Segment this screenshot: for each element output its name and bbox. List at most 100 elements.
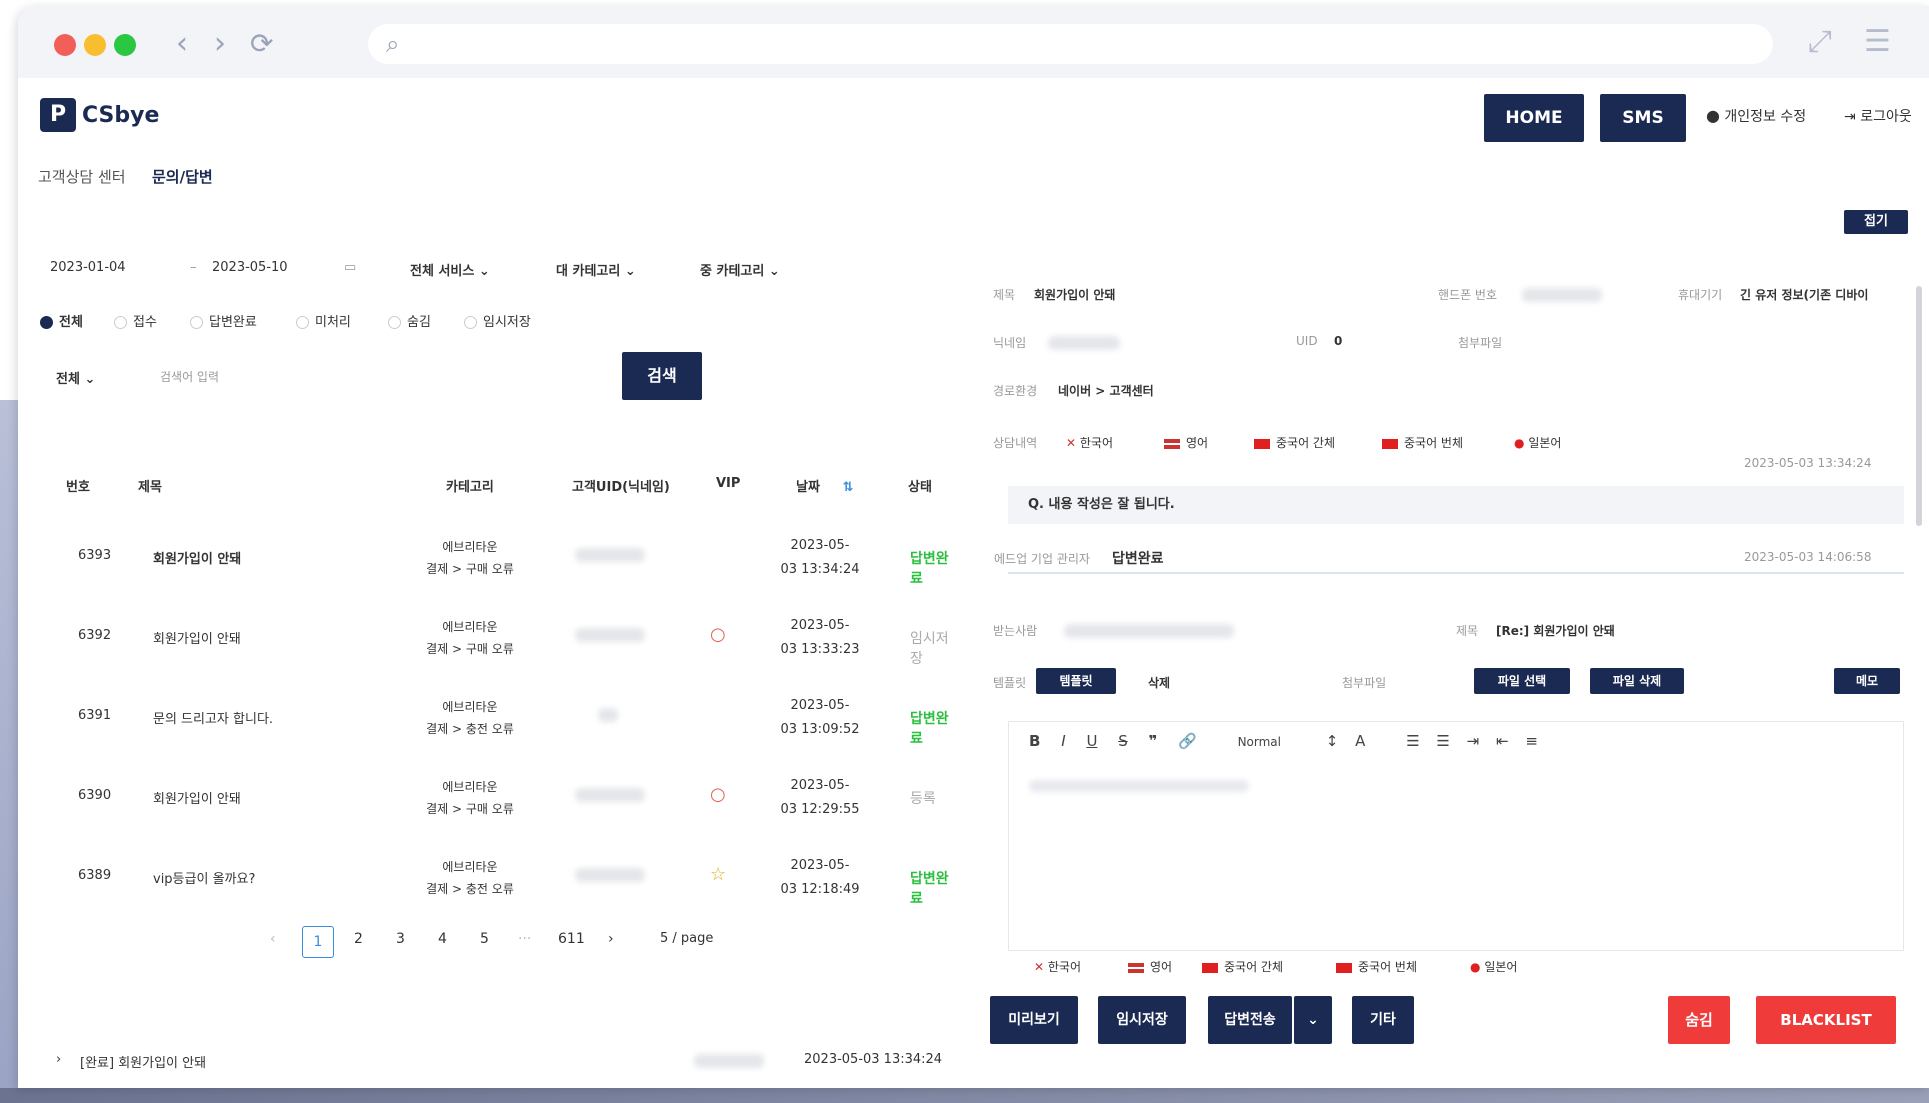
sort-icon[interactable]: ⇅ [842, 480, 853, 495]
logout-link[interactable]: ⇥ 로그아웃 [1844, 106, 1912, 126]
memo-button[interactable]: 메모 [1834, 668, 1900, 694]
page-2[interactable]: 2 [354, 931, 363, 947]
row-title[interactable]: vip등급이 올까요? [153, 868, 255, 887]
row-title[interactable]: 문의 드리고자 합니다. [153, 708, 273, 727]
lang-tab-chinese-simplified[interactable]: 중국어 간체 [1254, 434, 1335, 451]
service-select[interactable]: 전체 서비스 ⌄ [410, 260, 490, 279]
preview-button[interactable]: 미리보기 [990, 996, 1078, 1044]
minimize-window-dot[interactable] [84, 34, 106, 56]
row-title[interactable]: 회원가입이 안돼 [153, 548, 241, 567]
page-5[interactable]: 5 [480, 931, 489, 947]
font-color-icon[interactable]: A [1355, 732, 1365, 750]
search-type-select[interactable]: 전체 ⌄ [56, 368, 95, 387]
lang-tab-english[interactable]: 영어 [1164, 434, 1208, 451]
reply-title-value[interactable]: [Re:] 회원가입이 안돼 [1496, 622, 1615, 639]
strike-icon[interactable]: S [1118, 732, 1128, 750]
hide-button[interactable]: 숨김 [1668, 996, 1730, 1044]
column-header-date[interactable]: 날짜 ⇅ [796, 476, 853, 495]
ordered-list-icon[interactable]: ☰ [1406, 732, 1419, 750]
status-radio-pending[interactable]: 미처리 [296, 311, 351, 330]
fold-button[interactable]: 접기 [1844, 210, 1908, 234]
blacklist-button[interactable]: BLACKLIST [1756, 996, 1896, 1044]
template-button[interactable]: 템플릿 [1036, 668, 1116, 694]
editor-lang-english[interactable]: 영어 [1128, 958, 1172, 975]
editor-lang-chinese-simplified[interactable]: 중국어 간체 [1202, 958, 1283, 975]
back-icon[interactable]: ‹ [176, 26, 188, 62]
japan-flag-icon: ● [1470, 960, 1481, 974]
status-radio-received[interactable]: 접수 [114, 311, 157, 330]
editor-lang-chinese-traditional[interactable]: 중국어 번체 [1336, 958, 1417, 975]
align-icon[interactable]: ≡ [1525, 732, 1538, 750]
font-size-icon[interactable]: ↕ [1326, 732, 1339, 750]
detail-scrollbar[interactable] [1916, 286, 1922, 526]
page-4[interactable]: 4 [438, 931, 447, 947]
table-row[interactable]: 6392 회원가입이 안돼 에브리타운 결제 > 구매 오류 ○ 2023-05-… [58, 596, 958, 676]
page-1[interactable]: 1 [302, 926, 334, 958]
maximize-window-dot[interactable] [114, 34, 136, 56]
lang-tab-korean[interactable]: ✕ 한국어 [1066, 434, 1113, 451]
format-select[interactable]: Normal [1238, 735, 1281, 749]
page-ellipsis[interactable]: ··· [518, 931, 531, 947]
page-3[interactable]: 3 [396, 931, 405, 947]
page-size-select[interactable]: 5 / page [660, 931, 713, 946]
status-radio-draft[interactable]: 임시저장 [464, 311, 531, 330]
menu-icon[interactable]: ☰ [1864, 24, 1891, 59]
search-input[interactable]: 검색어 입력 [160, 368, 219, 385]
lang-tab-chinese-traditional[interactable]: 중국어 번체 [1382, 434, 1463, 451]
file-delete-button[interactable]: 파일 삭제 [1590, 668, 1684, 694]
calendar-icon[interactable]: ▭ [344, 260, 356, 275]
row-title[interactable]: 회원가입이 안돼 [153, 628, 241, 647]
next-page-icon[interactable]: › [608, 931, 614, 947]
search-button[interactable]: 검색 [622, 352, 702, 400]
status-radio-all[interactable]: 전체 [40, 311, 83, 330]
sms-button[interactable]: SMS [1600, 94, 1686, 142]
editor-lang-korean[interactable]: ✕ 한국어 [1034, 958, 1081, 975]
mid-category-select[interactable]: 중 카테고리 ⌄ [700, 260, 780, 279]
row-title[interactable]: 회원가입이 안돼 [153, 788, 241, 807]
send-answer-button[interactable]: 답변전송 [1208, 996, 1292, 1044]
delete-template-button[interactable]: 삭제 [1148, 674, 1170, 691]
detail-uid-value: 0 [1334, 334, 1343, 348]
close-window-dot[interactable] [54, 34, 76, 56]
table-row[interactable]: 6390 회원가입이 안돼 에브리타운 결제 > 구매 오류 ○ 2023-05-… [58, 756, 958, 836]
history-expand-icon[interactable]: › [56, 1052, 61, 1067]
breadcrumb-root[interactable]: 고객상담 센터 [38, 166, 126, 187]
detail-nick-label: 닉네임 [993, 336, 1027, 350]
status-radio-answered[interactable]: 답변완료 [190, 311, 257, 330]
file-select-button[interactable]: 파일 선택 [1474, 668, 1570, 694]
logo[interactable]: P CSbye [40, 98, 159, 132]
prev-page-icon[interactable]: ‹ [270, 931, 276, 947]
forward-icon[interactable]: › [214, 26, 226, 62]
outdent-icon[interactable]: ⇤ [1496, 732, 1509, 750]
editor-lang-japanese[interactable]: ● 일본어 [1470, 958, 1517, 975]
table-row[interactable]: 6389 vip등급이 올까요? 에브리타운 결제 > 충전 오류 ☆ 2023-… [58, 836, 958, 916]
history-title[interactable]: [완료] 회원가입이 안돼 [80, 1052, 206, 1071]
profile-edit-link[interactable]: ● 개인정보 수정 [1706, 106, 1806, 126]
lang-tab-japanese[interactable]: ● 일본어 [1514, 434, 1561, 451]
page-last[interactable]: 611 [558, 931, 585, 947]
table-row[interactable]: 6391 문의 드리고자 합니다. 에브리타운 결제 > 충전 오류 2023-0… [58, 676, 958, 756]
major-category-select[interactable]: 대 카테고리 ⌄ [556, 260, 636, 279]
row-vip: ☆ [710, 864, 727, 885]
temp-save-button[interactable]: 임시저장 [1098, 996, 1186, 1044]
link-icon[interactable]: 🔗 [1178, 732, 1197, 750]
china-flag-icon [1202, 962, 1218, 973]
expand-icon[interactable]: ⤢ [1808, 24, 1832, 59]
status-radio-hidden[interactable]: 숨김 [388, 311, 431, 330]
indent-icon[interactable]: ⇥ [1467, 732, 1480, 750]
etc-button[interactable]: 기타 [1352, 996, 1414, 1044]
date-to-input[interactable]: 2023-05-10 [212, 260, 288, 275]
reply-editor[interactable]: B I U S ❞ 🔗 Normal ↕ A ☰ ☰ ⇥ ⇤ ≡ [1008, 721, 1904, 951]
bullet-list-icon[interactable]: ☰ [1436, 732, 1449, 750]
date-from-input[interactable]: 2023-01-04 [50, 260, 126, 275]
home-button[interactable]: HOME [1484, 94, 1584, 142]
address-bar[interactable]: ⌕ [368, 24, 1773, 64]
quote-icon[interactable]: ❞ [1149, 732, 1158, 750]
detail-title-value: 회원가입이 안돼 [1034, 288, 1116, 302]
italic-icon[interactable]: I [1061, 732, 1065, 750]
reload-icon[interactable]: ⟳ [250, 26, 273, 62]
send-options-chevron-icon[interactable]: ⌄ [1294, 996, 1332, 1044]
bold-icon[interactable]: B [1029, 732, 1040, 750]
table-row[interactable]: 6393 회원가입이 안돼 에브리타운 결제 > 구매 오류 2023-05- 03… [58, 516, 958, 596]
underline-icon[interactable]: U [1086, 732, 1097, 750]
